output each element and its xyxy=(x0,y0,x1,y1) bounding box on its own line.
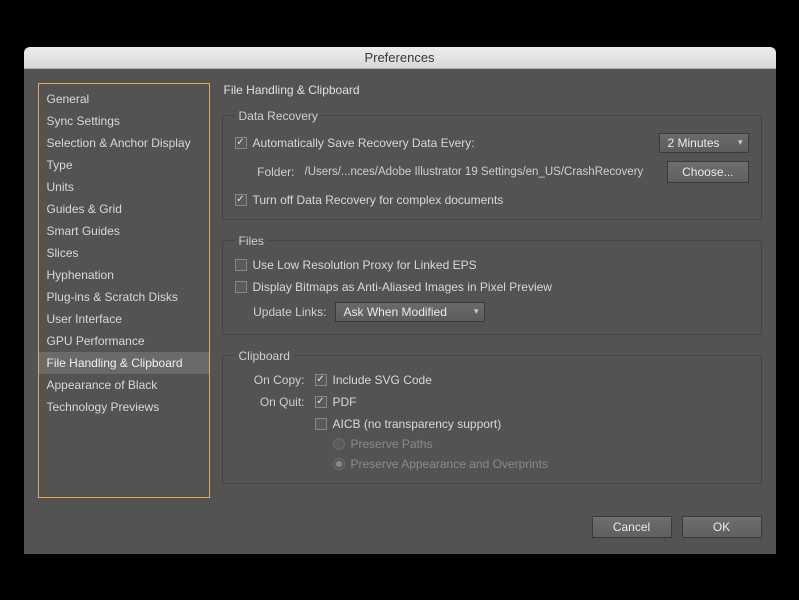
folder-path: /Users/...nces/Adobe Illustrator 19 Sett… xyxy=(305,166,658,178)
window-titlebar: Preferences xyxy=(24,47,776,69)
low-res-proxy-checkbox[interactable] xyxy=(235,259,247,271)
content-area: General Sync Settings Selection & Anchor… xyxy=(24,69,776,506)
main-panel: File Handling & Clipboard Data Recovery … xyxy=(222,83,762,498)
pdf-label: PDF xyxy=(333,395,357,409)
aicb-label: AICB (no transparency support) xyxy=(333,417,502,431)
update-links-select[interactable]: Ask When Modified xyxy=(335,302,485,322)
sidebar-item-hyphenation[interactable]: Hyphenation xyxy=(39,264,209,286)
sidebar-item-user-interface[interactable]: User Interface xyxy=(39,308,209,330)
sidebar-item-type[interactable]: Type xyxy=(39,154,209,176)
update-links-label: Update Links: xyxy=(235,305,327,319)
dialog-footer: Cancel OK xyxy=(24,506,776,554)
recovery-interval-select[interactable]: 2 Minutes xyxy=(659,133,749,153)
preserve-appearance-radio xyxy=(333,458,345,470)
category-sidebar: General Sync Settings Selection & Anchor… xyxy=(38,83,210,498)
include-svg-checkbox[interactable]: ✓ xyxy=(315,374,327,386)
aicb-checkbox[interactable] xyxy=(315,418,327,430)
sidebar-item-plugins-scratch[interactable]: Plug-ins & Scratch Disks xyxy=(39,286,209,308)
clipboard-legend: Clipboard xyxy=(235,349,294,363)
on-copy-label: On Copy: xyxy=(235,373,305,387)
anti-aliased-bitmaps-label: Display Bitmaps as Anti-Aliased Images i… xyxy=(253,280,552,294)
preserve-paths-radio xyxy=(333,438,345,450)
low-res-proxy-label: Use Low Resolution Proxy for Linked EPS xyxy=(253,258,477,272)
files-group: Files Use Low Resolution Proxy for Linke… xyxy=(222,234,762,335)
auto-save-checkbox[interactable]: ✓ xyxy=(235,137,247,149)
choose-folder-button[interactable]: Choose... xyxy=(667,161,748,183)
data-recovery-group: Data Recovery ✓ Automatically Save Recov… xyxy=(222,109,762,220)
cancel-button[interactable]: Cancel xyxy=(592,516,672,538)
sidebar-item-appearance-black[interactable]: Appearance of Black xyxy=(39,374,209,396)
folder-label: Folder: xyxy=(235,165,295,179)
data-recovery-legend: Data Recovery xyxy=(235,109,322,123)
pdf-checkbox[interactable]: ✓ xyxy=(315,396,327,408)
preserve-paths-label: Preserve Paths xyxy=(351,437,433,451)
preferences-window: Preferences General Sync Settings Select… xyxy=(24,47,776,554)
files-legend: Files xyxy=(235,234,268,248)
sidebar-item-selection-anchor[interactable]: Selection & Anchor Display xyxy=(39,132,209,154)
sidebar-item-guides-grid[interactable]: Guides & Grid xyxy=(39,198,209,220)
panel-title: File Handling & Clipboard xyxy=(222,83,762,97)
sidebar-item-smart-guides[interactable]: Smart Guides xyxy=(39,220,209,242)
sidebar-item-file-handling-clipboard[interactable]: File Handling & Clipboard xyxy=(39,352,209,374)
turn-off-complex-checkbox[interactable]: ✓ xyxy=(235,194,247,206)
include-svg-label: Include SVG Code xyxy=(333,373,432,387)
sidebar-item-general[interactable]: General xyxy=(39,88,209,110)
on-quit-label: On Quit: xyxy=(235,395,305,471)
sidebar-item-sync-settings[interactable]: Sync Settings xyxy=(39,110,209,132)
anti-aliased-bitmaps-checkbox[interactable] xyxy=(235,281,247,293)
auto-save-label: Automatically Save Recovery Data Every: xyxy=(253,136,475,150)
sidebar-item-slices[interactable]: Slices xyxy=(39,242,209,264)
ok-button[interactable]: OK xyxy=(682,516,762,538)
sidebar-item-gpu-performance[interactable]: GPU Performance xyxy=(39,330,209,352)
sidebar-item-units[interactable]: Units xyxy=(39,176,209,198)
sidebar-item-technology-previews[interactable]: Technology Previews xyxy=(39,396,209,418)
clipboard-group: Clipboard On Copy: ✓ Include SVG Code On… xyxy=(222,349,762,484)
turn-off-complex-label: Turn off Data Recovery for complex docum… xyxy=(253,193,504,207)
window-title: Preferences xyxy=(364,50,434,65)
preserve-appearance-label: Preserve Appearance and Overprints xyxy=(351,457,548,471)
